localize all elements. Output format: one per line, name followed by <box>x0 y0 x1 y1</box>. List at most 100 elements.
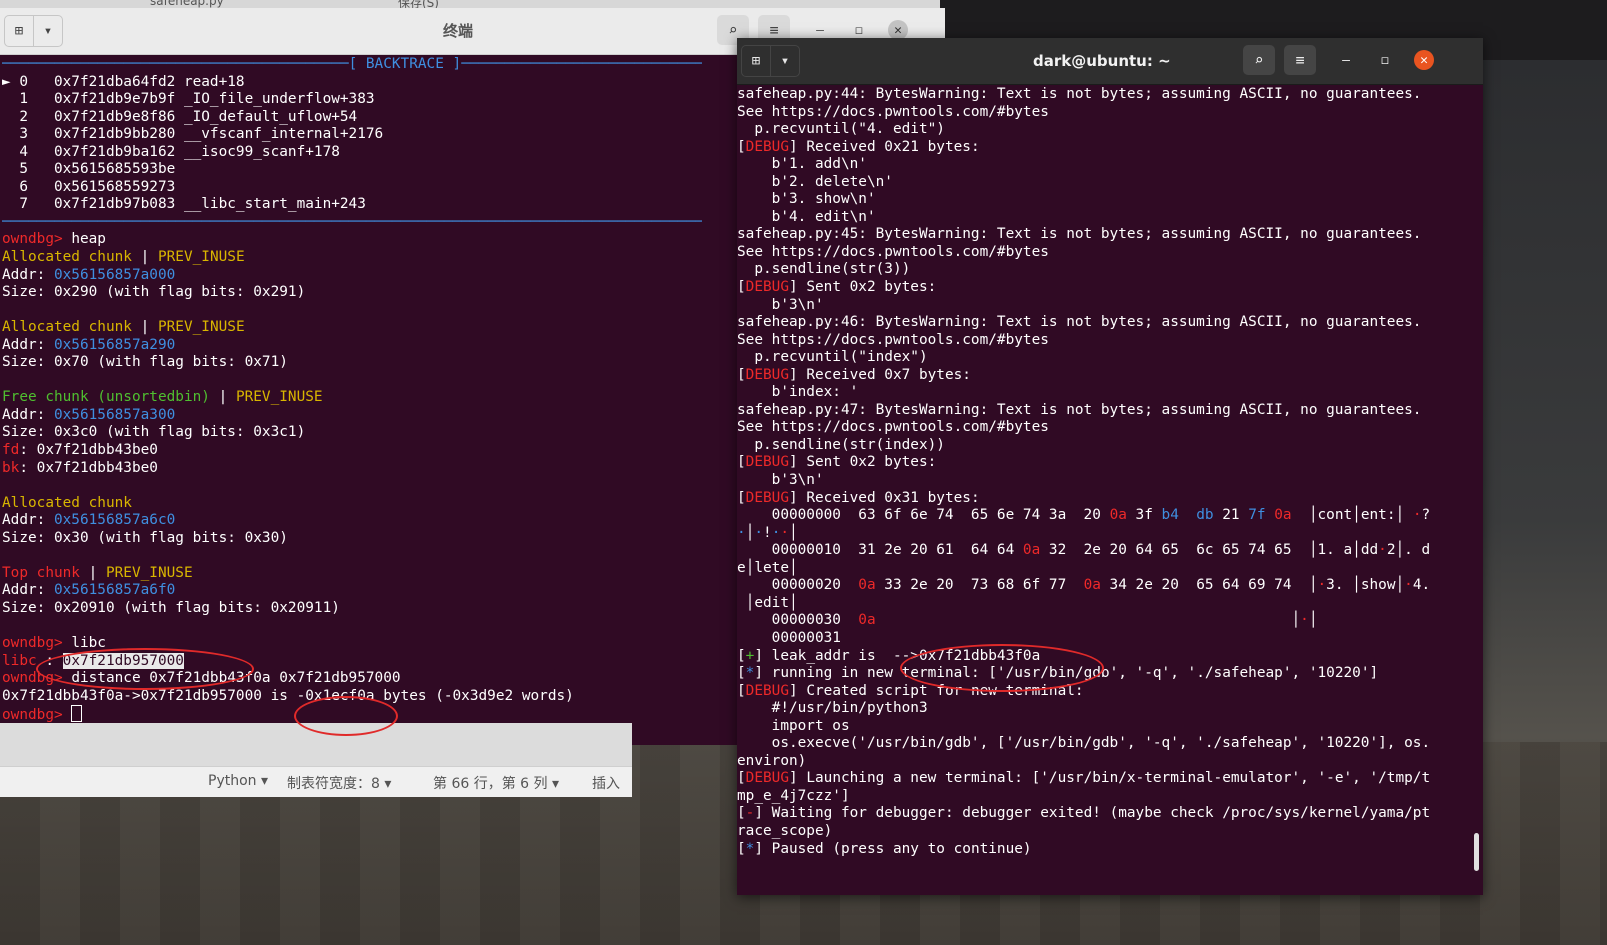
terminal-text: b'3. show\n' <box>737 191 876 208</box>
terminal-line: [DEBUG] Launching a new terminal: ['/usr… <box>737 770 1475 788</box>
terminal-text: Allocated chunk <box>2 494 132 511</box>
terminal-text: Addr: <box>2 406 54 423</box>
terminal-text: ] Paused (press any to continue) <box>754 840 1032 857</box>
editor-filename: safeheap.py <box>150 0 224 8</box>
terminal-text: 0a <box>1274 507 1292 524</box>
terminal-line: [+] leak_addr is -->0x7f21dbb43f0a <box>737 648 1475 666</box>
terminal-text: : 0x7f21dbb43be0 <box>19 442 158 459</box>
right-terminal-title: dark@ubuntu: ~ <box>1033 52 1171 70</box>
terminal-text: mp_e_4j7czz'] <box>737 787 850 804</box>
terminal-text: b'index: ' <box>737 384 859 401</box>
close-icon[interactable]: ✕ <box>1414 50 1434 70</box>
terminal-text: owndbg> <box>2 635 72 652</box>
terminal-text: 4 0x7f21db9ba162 __isoc99_scanf+178 <box>2 143 340 160</box>
terminal-text: p.sendline(str(index)) <box>737 436 945 453</box>
terminal-text: ] Launching a new terminal: ['/usr/bin/x… <box>789 770 1431 787</box>
maximize-icon[interactable]: ◻ <box>1375 50 1395 70</box>
terminal-text: See https://docs.pwntools.com/#bytes <box>737 419 1049 436</box>
minimize-icon[interactable]: ‒ <box>810 20 830 40</box>
terminal-text: │ <box>789 524 798 541</box>
annotation-ellipse-distance <box>294 696 398 736</box>
terminal-line: [DEBUG] Sent 0x2 bytes: <box>737 279 1475 297</box>
close-icon[interactable]: ✕ <box>888 20 908 40</box>
left-terminal-output[interactable]: ────────────────────────────────────────… <box>2 56 702 736</box>
terminal-text: DEBUG <box>745 279 789 296</box>
cursor-position-selector[interactable]: 第 66 行，第 6 列 ▾ <box>433 773 559 793</box>
terminal-text: 2 0x7f21db9e8f86 _IO_default_uflow+54 <box>2 108 358 125</box>
annotation-ellipse-libc <box>36 648 254 690</box>
terminal-text: Free chunk (unsortedbin) <box>2 389 210 406</box>
language-selector[interactable]: Python ▾ <box>208 773 268 789</box>
terminal-text: os.execve('/usr/bin/gdb', ['/usr/bin/gdb… <box>737 735 1431 752</box>
terminal-scrollbar[interactable] <box>1474 833 1479 871</box>
terminal-line: os.execve('/usr/bin/gdb', ['/usr/bin/gdb… <box>737 735 1475 753</box>
terminal-text: DEBUG <box>745 489 789 506</box>
terminal-line: Addr: 0x56156857a290 <box>2 337 702 355</box>
terminal-line: 00000010 31 2e 20 61 64 64 0a 32 2e 20 6… <box>737 542 1475 560</box>
terminal-text: import os <box>737 717 850 734</box>
minimize-icon[interactable]: ‒ <box>1336 50 1356 70</box>
terminal-text: [ <box>737 840 746 857</box>
terminal-text: [ <box>737 770 746 787</box>
terminal-text: 0x56156857a000 <box>53 266 176 283</box>
terminal-text: Size: 0x20910 (with flag bits: 0x20911) <box>2 599 340 616</box>
terminal-text: [ <box>737 682 746 699</box>
terminal-line: 00000020 0a 33 2e 20 73 68 6f 77 0a 34 2… <box>737 577 1475 595</box>
insert-mode-label[interactable]: 插入 <box>592 773 620 793</box>
terminal-text: [ <box>737 489 746 506</box>
terminal-text: fd <box>2 442 20 459</box>
terminal-text: Allocated chunk <box>2 319 132 336</box>
chevron-down-icon[interactable]: ▾ <box>33 16 62 46</box>
terminal-text: 0x56156857a6c0 <box>53 512 176 529</box>
terminal-text: ! <box>763 524 772 541</box>
left-terminal-title: 终端 <box>443 22 474 40</box>
terminal-text: [ <box>737 665 746 682</box>
terminal-line: See https://docs.pwntools.com/#bytes <box>737 332 1475 350</box>
terminal-text: | <box>131 319 158 336</box>
terminal-text: Size: 0x290 (with flag bits: 0x291) <box>2 284 306 301</box>
terminal-line: [DEBUG] Sent 0x2 bytes: <box>737 454 1475 472</box>
terminal-line: Size: 0x290 (with flag bits: 0x291) <box>2 284 702 302</box>
terminal-text: ] Sent 0x2 bytes: <box>789 454 937 471</box>
terminal-text: b4 <box>1161 507 1179 524</box>
terminal-line: Allocated chunk <box>2 495 702 513</box>
chevron-down-icon[interactable]: ▾ <box>770 46 799 76</box>
terminal-text: safeheap.py:45: BytesWarning: Text is no… <box>737 226 1422 243</box>
terminal-text: owndbg> <box>2 231 72 248</box>
terminal-line: Addr: 0x56156857a6f0 <box>2 582 702 600</box>
annotation-ellipse-leak-addr <box>900 644 1104 692</box>
terminal-line: environ) <box>737 753 1475 771</box>
terminal-line: b'3\n' <box>737 472 1475 490</box>
terminal-line: safeheap.py:46: BytesWarning: Text is no… <box>737 314 1475 332</box>
terminal-text: [ <box>737 138 746 155</box>
right-new-tab-split-button[interactable]: ⊞ ▾ <box>741 45 800 77</box>
terminal-text: ] Received 0x21 bytes: <box>789 138 980 155</box>
left-new-tab-split-button[interactable]: ⊞ ▾ <box>4 15 63 47</box>
terminal-text: b'2. delete\n' <box>737 173 893 190</box>
terminal-text: b'3\n' <box>737 296 824 313</box>
terminal-text: 0a <box>1083 577 1101 594</box>
terminal-line: safeheap.py:45: BytesWarning: Text is no… <box>737 226 1475 244</box>
hamburger-menu-icon[interactable]: ≡ <box>1284 45 1316 75</box>
terminal-text: │cont│ent:│ <box>1291 507 1413 524</box>
terminal-text: 0a <box>1022 542 1041 559</box>
terminal-line: Size: 0x30 (with flag bits: 0x30) <box>2 530 702 548</box>
terminal-line: See https://docs.pwntools.com/#bytes <box>737 419 1475 437</box>
terminal-line: b'index: ' <box>737 384 1475 402</box>
terminal-text: │ <box>875 612 1301 629</box>
new-tab-icon[interactable]: ⊞ <box>5 16 33 46</box>
tab-width-selector[interactable]: 制表符宽度：8 ▾ <box>287 773 391 793</box>
search-icon[interactable]: ⌕ <box>1243 45 1275 75</box>
terminal-text: | <box>79 564 106 581</box>
terminal-line: b'1. add\n' <box>737 156 1475 174</box>
new-tab-icon[interactable]: ⊞ <box>742 46 770 76</box>
terminal-line: safeheap.py:47: BytesWarning: Text is no… <box>737 402 1475 420</box>
maximize-icon[interactable]: ◻ <box>849 20 869 40</box>
right-terminal-output[interactable]: safeheap.py:44: BytesWarning: Text is no… <box>737 86 1475 891</box>
terminal-text: Size: 0x70 (with flag bits: 0x71) <box>2 354 288 371</box>
